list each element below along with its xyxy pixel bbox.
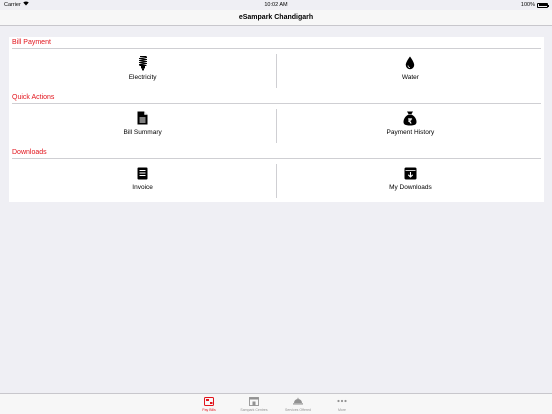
section-row-quick-actions: Bill Summary ₹ Payment History	[9, 104, 544, 147]
navigation-bar: eSampark Chandigarh	[0, 10, 552, 26]
tab-bar: Pay Bills Sampark Centres Services Offer…	[0, 393, 552, 414]
invoice-label: Invoice	[132, 184, 153, 191]
status-right: 100%	[520, 0, 549, 10]
tab-services-offered[interactable]: Services Offered	[278, 396, 318, 412]
status-time: 10:02 AM	[264, 2, 288, 8]
battery-icon	[537, 2, 549, 8]
bill-summary-tile[interactable]: Bill Summary	[9, 106, 276, 147]
tab-pay-bills[interactable]: Pay Bills	[189, 396, 229, 412]
section-header-bill-payment: Bill Payment	[9, 37, 544, 49]
battery-percent: 100%	[520, 2, 535, 8]
section-row-downloads: Invoice My Downloads	[9, 159, 544, 202]
document-icon	[135, 110, 151, 126]
bill-summary-label: Bill Summary	[123, 129, 162, 136]
payment-history-tile[interactable]: ₹ Payment History	[277, 106, 544, 147]
invoice-icon	[135, 165, 151, 181]
tab-label-sampark-centres: Sampark Centres	[240, 408, 268, 412]
main-content: Bill Payment Electricity Water Quick Act…	[9, 37, 544, 202]
my-downloads-label: My Downloads	[389, 184, 432, 191]
invoice-tile[interactable]: Invoice	[9, 161, 276, 202]
rupee-bag-icon: ₹	[402, 110, 418, 126]
centres-icon	[249, 396, 259, 406]
services-icon	[293, 396, 303, 406]
lightbulb-icon	[135, 55, 151, 71]
download-box-icon	[402, 165, 418, 181]
water-tile[interactable]: Water	[277, 51, 544, 92]
electricity-label: Electricity	[128, 74, 157, 81]
page-title: eSampark Chandigarh	[238, 14, 314, 21]
section-header-downloads: Downloads	[9, 147, 544, 159]
water-drop-icon	[402, 55, 418, 71]
svg-text:₹: ₹	[408, 117, 413, 125]
more-icon	[337, 396, 347, 406]
section-row-bill-payment: Electricity Water	[9, 49, 544, 92]
section-header-quick-actions: Quick Actions	[9, 92, 544, 104]
my-downloads-tile[interactable]: My Downloads	[277, 161, 544, 202]
status-bar: Carrier 10:02 AM 100%	[0, 0, 552, 10]
tab-more[interactable]: More	[322, 396, 362, 412]
tab-label-services-offered: Services Offered	[284, 408, 311, 412]
payment-history-label: Payment History	[386, 129, 435, 136]
tab-sampark-centres[interactable]: Sampark Centres	[234, 396, 274, 412]
tab-label-pay-bills: Pay Bills	[202, 408, 216, 412]
pay-bills-icon	[204, 396, 214, 406]
electricity-tile[interactable]: Electricity	[9, 51, 276, 92]
water-label: Water	[401, 74, 419, 81]
tab-label-more: More	[338, 408, 346, 412]
